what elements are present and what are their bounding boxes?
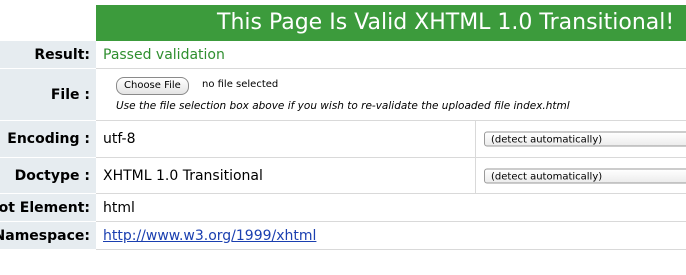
encoding-select[interactable]: (detect automatically) [484, 131, 686, 147]
namespace-row: Root Namespace: http://www.w3.org/1999/x… [0, 222, 686, 250]
banner-title: This Page Is Valid XHTML 1.0 Transitiona… [217, 10, 675, 35]
namespace-link[interactable]: http://www.w3.org/1999/xhtml [103, 228, 316, 244]
cell-divider [475, 158, 476, 193]
doctype-label: Doctype : [0, 158, 96, 194]
doctype-select[interactable]: (detect automatically) [484, 168, 686, 183]
cell-divider [475, 121, 476, 157]
namespace-label: Root Namespace: [0, 222, 96, 250]
file-value-cell: Choose File no file selected Use the fil… [96, 69, 686, 121]
result-status: Passed validation [103, 46, 225, 63]
validation-results-page: This Page Is Valid XHTML 1.0 Transitiona… [0, 0, 686, 275]
doctype-value-cell: XHTML 1.0 Transitional (detect automatic… [96, 158, 686, 194]
encoding-label: Encoding : [0, 121, 96, 158]
file-hint-text: Use the file selection box above if you … [116, 100, 570, 112]
root-element-row: Root Element: html [0, 194, 686, 222]
file-row: File : Choose File no file selected Use … [0, 69, 686, 121]
encoding-value: utf-8 [103, 131, 136, 147]
result-label: Result: [0, 41, 96, 69]
validation-banner: This Page Is Valid XHTML 1.0 Transitiona… [96, 5, 686, 41]
no-file-selected-text: no file selected [202, 79, 279, 90]
file-label: File : [0, 69, 96, 121]
namespace-value-cell: http://www.w3.org/1999/xhtml [96, 222, 686, 250]
encoding-value-cell: utf-8 (detect automatically) [96, 121, 686, 158]
result-value-cell: Passed validation [96, 41, 686, 69]
root-element-value: html [103, 199, 135, 216]
root-element-label: Root Element: [0, 194, 96, 222]
doctype-value: XHTML 1.0 Transitional [103, 167, 263, 184]
doctype-row: Doctype : XHTML 1.0 Transitional (detect… [0, 158, 686, 194]
result-row: Result: Passed validation [0, 41, 686, 69]
root-element-value-cell: html [96, 194, 686, 222]
choose-file-button[interactable]: Choose File [116, 77, 189, 95]
encoding-row: Encoding : utf-8 (detect automatically) [0, 121, 686, 158]
